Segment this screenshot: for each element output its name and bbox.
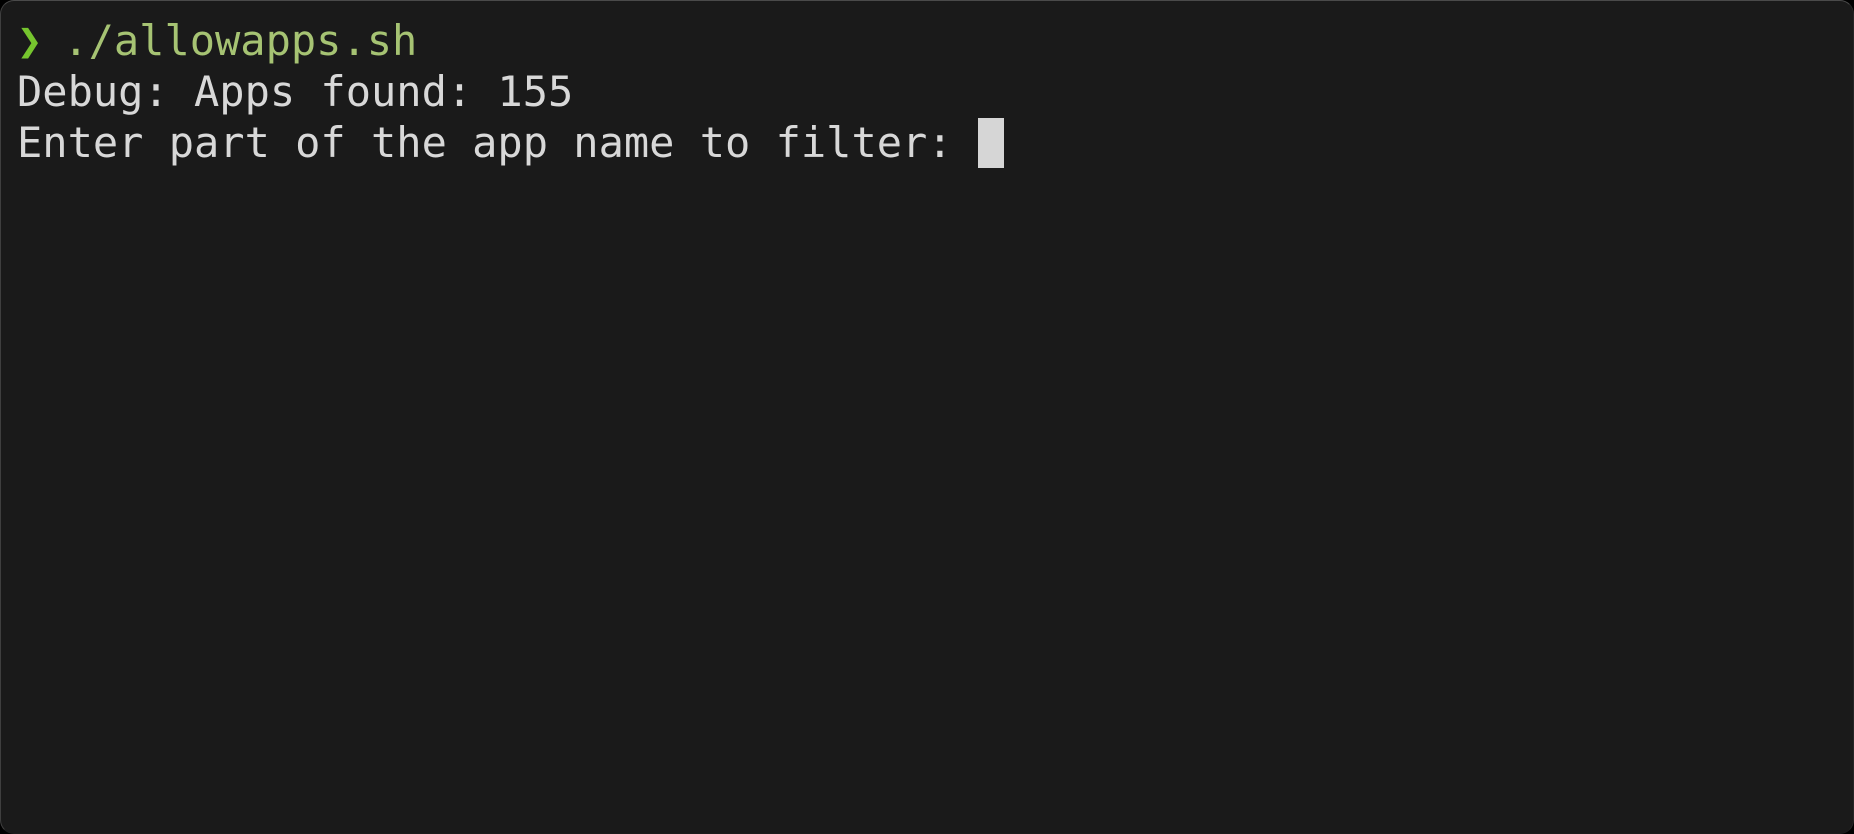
- terminal-screen[interactable]: ❯ ./allowapps.sh Debug: Apps found: 155 E…: [1, 1, 1853, 833]
- prompt-chevron-icon: ❯: [17, 16, 43, 65]
- filter-prompt-label: Enter part of the app name to filter:: [17, 118, 978, 167]
- terminal-line-output: Debug: Apps found: 155: [17, 66, 1853, 117]
- command-text: ./allowapps.sh: [63, 16, 418, 65]
- apps-found-output: Debug: Apps found: 155: [17, 67, 574, 116]
- text-cursor: [977, 118, 1004, 168]
- terminal-window[interactable]: ❯ ./allowapps.sh Debug: Apps found: 155 E…: [0, 0, 1854, 834]
- terminal-line-input-prompt[interactable]: Enter part of the app name to filter:: [17, 117, 1853, 168]
- terminal-line-command: ❯ ./allowapps.sh: [17, 15, 1853, 66]
